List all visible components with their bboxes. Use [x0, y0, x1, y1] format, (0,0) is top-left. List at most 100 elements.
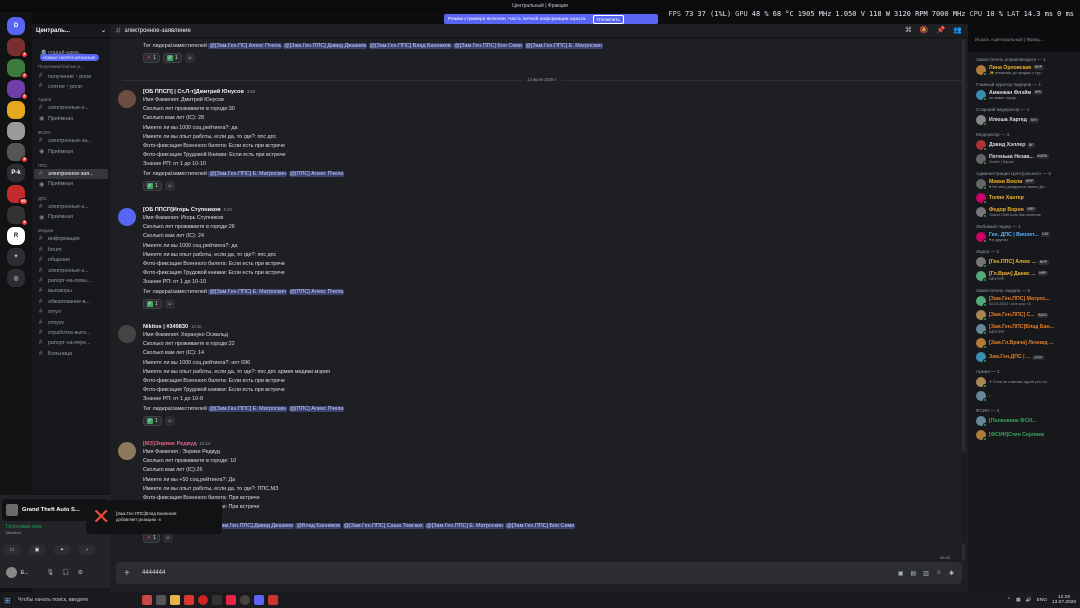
soundboard-icon[interactable]: ♪	[79, 545, 95, 555]
current-user[interactable]: E... 🎙 🎧 ⚙	[6, 567, 83, 578]
avatar[interactable]	[118, 208, 136, 226]
app-icon[interactable]	[184, 595, 194, 605]
reaction[interactable]: ✗ 1	[143, 53, 160, 64]
search-input[interactable]: Искать «Центральный | Фракц...	[972, 35, 1070, 45]
server-icon[interactable]: 60	[7, 185, 28, 205]
member-item[interactable]: Дэвид Хэллер BF	[968, 138, 1080, 152]
gif-icon[interactable]: ▤	[910, 570, 916, 577]
member-item[interactable]: Илюша Харгед SKY	[968, 113, 1080, 127]
microphone-icon[interactable]: 🎙	[47, 569, 55, 576]
user-mention[interactable]: @[Зам.Ген.ППС] Е. Матроскин	[208, 170, 288, 177]
reaction[interactable]: ✓ 1	[143, 415, 162, 426]
member-item[interactable]: [Зам.Ген.ППС] Матрос... 02.03.2022 i love…	[968, 294, 1080, 308]
member-item[interactable]: Микки Вокли NRP ♥ Не могу дождаться своего…	[968, 177, 1080, 191]
server-icon[interactable]: 8	[7, 80, 28, 100]
pin-icon[interactable]: 📌	[937, 26, 946, 34]
channel-category[interactable]: ФСИН	[32, 124, 110, 136]
language-indicator[interactable]: ENG	[1037, 598, 1047, 603]
headphones-icon[interactable]: 🎧	[62, 569, 69, 576]
user-mention[interactable]: @[Зам.Ген.ППС] Боо Сими	[453, 43, 524, 49]
sticker-icon[interactable]: ▥	[923, 570, 929, 577]
reaction-toast[interactable]: ✕ [Зам.Ген.ППС]Влад Банников добавляет р…	[86, 500, 222, 534]
channel-item[interactable]: # электронные-за...	[32, 136, 110, 146]
author-name[interactable]: Nikitos | #349830	[143, 324, 188, 330]
member-item[interactable]: [Зам.Гл.Врача] Леонид ...	[968, 336, 1080, 350]
members-icon[interactable]: 👥	[953, 26, 962, 34]
channel-item[interactable]: # рапорт-на-повы...	[32, 276, 110, 286]
channel-item[interactable]: # обжалование-в...	[32, 297, 110, 307]
add-reaction-icon[interactable]: ☺	[162, 532, 173, 543]
reaction[interactable]: ✓ 1	[143, 298, 162, 309]
message-author[interactable]: Nikitos | #349830 10:10	[143, 323, 843, 331]
channel-category[interactable]: ППС	[32, 157, 110, 169]
channel-item[interactable]: ◉ Приёмная	[32, 212, 110, 222]
avatar[interactable]	[118, 442, 136, 460]
channel-item[interactable]: ◉ Приёмная	[32, 146, 110, 156]
reaction[interactable]: ✓ 1	[143, 180, 162, 191]
yandex-icon[interactable]	[198, 595, 208, 605]
user-mention[interactable]: @[Зам.Ген.ППС] Е. Матроскин	[425, 522, 504, 529]
channel-item[interactable]: # отгул	[32, 307, 110, 317]
taskbar-search[interactable]: Чтобы начать поиск, введите	[18, 597, 138, 603]
add-attachment-icon[interactable]: +	[124, 568, 136, 579]
server-icon[interactable]: R	[7, 227, 25, 245]
user-mention[interactable]: @[Зам.Ген.ПС] Алекс Пчела	[208, 43, 282, 49]
disable-streamer-button[interactable]: Отключить	[592, 14, 624, 24]
camera-icon[interactable]: ▭	[4, 545, 20, 555]
channel-item[interactable]: # электронные-з...	[32, 103, 110, 113]
add-reaction-icon[interactable]: ☺	[184, 53, 195, 64]
server-icon[interactable]: ◎	[7, 269, 25, 287]
channel-item[interactable]: ◉ Приёмная	[32, 114, 110, 124]
channel-item[interactable]: # отработка-выго...	[32, 328, 110, 338]
task-view-icon[interactable]	[156, 595, 166, 605]
channel-item[interactable]: # рапорт-на-пере...	[32, 338, 110, 348]
volume-icon[interactable]: 🔊	[1026, 598, 1032, 603]
author-name[interactable]: [ОБ ППСП] | Ст.Л-т]Дмитрий Юнусов	[143, 89, 244, 95]
member-item[interactable]: ✦ Если не отвечаю идите рос по...	[968, 375, 1080, 389]
user-mention[interactable]: @Влад Банников	[295, 522, 342, 529]
server-icon[interactable]: P-k	[7, 164, 25, 182]
server-icon[interactable]: 1	[7, 206, 28, 226]
channel-item[interactable]: # электронные-з...	[32, 265, 110, 275]
gift-icon[interactable]: ▣	[898, 570, 904, 577]
add-reaction-icon[interactable]: ☺	[164, 180, 175, 191]
add-reaction-icon[interactable]: ☺	[164, 415, 175, 426]
apps-icon[interactable]: ✱	[949, 570, 954, 577]
channel-item[interactable]: # электронные-з...	[32, 202, 110, 212]
emoji-icon[interactable]: ☺	[936, 570, 942, 577]
channel-item[interactable]: # выговоры	[32, 286, 110, 296]
new-unread-pill[interactable]: НОВЫЕ НЕПРОЧИТАННЫЕ	[40, 54, 99, 61]
server-header[interactable]: Централь... ⌄	[32, 24, 110, 38]
scrollbar-thumb[interactable]	[962, 452, 965, 544]
gear-icon[interactable]: ⚙	[78, 569, 83, 576]
reaction[interactable]: ✗ 1	[143, 532, 160, 543]
user-mention[interactable]: @[Зам.Ген.ППС] Влад Банников	[368, 43, 452, 49]
screen-share-icon[interactable]: ▣	[29, 545, 45, 555]
app-icon[interactable]	[240, 595, 250, 605]
message-author[interactable]: [ОБ ППСП]Игорь Ступников 5:20	[143, 206, 843, 214]
add-reaction-icon[interactable]: ☺	[164, 298, 175, 309]
member-item[interactable]: Петенька Незав... AURA Soviet | Squad	[968, 152, 1080, 166]
member-item[interactable]: •	[968, 389, 1080, 403]
user-mention[interactable]: @[Зам.Ген.ППС] Давид Джазиев	[283, 43, 368, 49]
chat-scrollbar[interactable]	[962, 40, 965, 560]
channel-item[interactable]: # forum	[32, 245, 110, 255]
threads-icon[interactable]: ⌘	[905, 26, 912, 34]
user-mention[interactable]: @[Зам.Ген.ППС] Е. Матроскин	[208, 405, 288, 412]
server-icon[interactable]: 1	[7, 59, 28, 79]
channel-item[interactable]: # общение	[32, 255, 110, 265]
chevron-up-icon[interactable]: ⌃	[1007, 598, 1011, 603]
member-item[interactable]: [Ген.ППС] Алекс ... NRP	[968, 255, 1080, 269]
avatar[interactable]	[118, 90, 136, 108]
author-name[interactable]: [ОБ ППСП]Игорь Ступников	[143, 207, 221, 213]
server-icon[interactable]	[7, 101, 25, 119]
user-mention[interactable]: @[Зам.Ген.ППС] Е. Матроскин	[524, 43, 604, 49]
user-mention[interactable]: @[ППС] Алекс Пчела	[288, 288, 345, 295]
user-mention[interactable]: @[Зам.Ген.ППС] Е. Матроскин	[208, 288, 288, 295]
user-mention[interactable]: @[Зам.Ген.ППС].Давид Джазиев	[210, 522, 294, 529]
message-input[interactable]: 4444444	[142, 570, 165, 576]
app-icon[interactable]	[212, 595, 222, 605]
channel-item[interactable]: # информация	[32, 234, 110, 244]
member-item[interactable]: [ФСИН]Стин Серпаев	[968, 428, 1080, 442]
user-mention[interactable]: @[Зам.Ген.ППС] Боо Сими	[505, 522, 576, 529]
